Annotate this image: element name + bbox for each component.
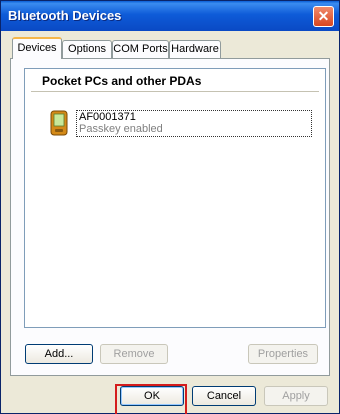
properties-button[interactable]: Properties <box>248 344 318 364</box>
window-title: Bluetooth Devices <box>8 8 122 23</box>
tab-options[interactable]: Options <box>62 40 112 58</box>
cancel-button[interactable]: Cancel <box>192 386 256 406</box>
pda-icon <box>50 110 68 136</box>
add-button-label: Add... <box>44 348 74 360</box>
device-status: Passkey enabled <box>79 123 163 135</box>
remove-button[interactable]: Remove <box>100 344 168 364</box>
tab-devices[interactable]: Devices <box>12 37 62 59</box>
device-group-divider <box>31 91 319 92</box>
close-icon: ✕ <box>317 8 330 24</box>
remove-button-label: Remove <box>113 348 155 360</box>
tab-devices-label: Devices <box>17 42 57 54</box>
device-group-title: Pocket PCs and other PDAs <box>42 74 202 88</box>
tab-options-label: Options <box>68 43 106 55</box>
tab-hardware[interactable]: Hardware <box>169 40 221 58</box>
tab-hardware-label: Hardware <box>171 43 219 55</box>
device-name: AF0001371 <box>79 111 136 123</box>
device-list[interactable]: Pocket PCs and other PDAs <box>24 68 326 328</box>
properties-button-label: Properties <box>257 348 309 360</box>
close-button[interactable]: ✕ <box>313 6 334 27</box>
add-button[interactable]: Add... <box>25 344 93 364</box>
title-bar[interactable]: Bluetooth Devices ✕ <box>1 1 339 31</box>
device-group-header: Pocket PCs and other PDAs <box>25 69 325 93</box>
apply-button-label: Apply <box>282 390 310 402</box>
tab-com-ports-label: COM Ports <box>113 43 168 55</box>
apply-button[interactable]: Apply <box>264 386 328 406</box>
ok-highlight-box <box>115 384 187 414</box>
device-item[interactable]: AF0001371 Passkey enabled <box>76 110 312 137</box>
tab-com-ports[interactable]: COM Ports <box>112 40 169 58</box>
cancel-button-label: Cancel <box>206 390 242 402</box>
